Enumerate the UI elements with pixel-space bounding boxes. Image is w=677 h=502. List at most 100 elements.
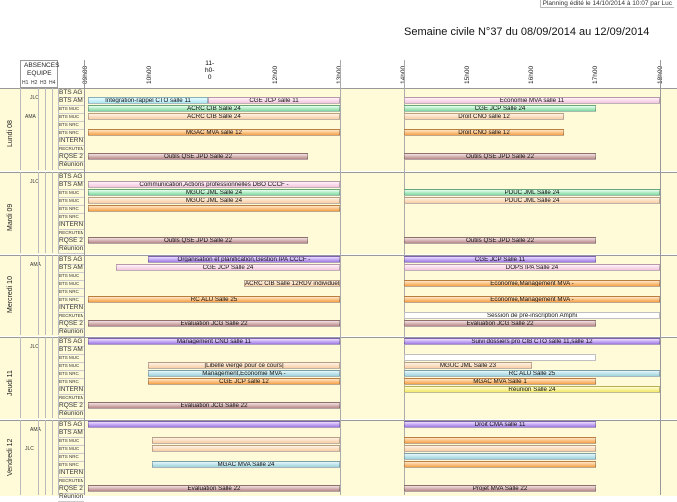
event-bar-empty[interactable] bbox=[404, 445, 596, 452]
row-label: RQSE 2 bbox=[59, 237, 83, 244]
event-bar[interactable]: CGE JCP salle 11 bbox=[208, 97, 340, 104]
event-bar[interactable]: MGUC JML Salle 23 bbox=[404, 362, 532, 369]
event-bar[interactable]: MGAC MVA salle 12 bbox=[88, 129, 340, 136]
event-bar[interactable]: PDUC JML Salle 24 bbox=[404, 197, 660, 204]
day-label: Jeudi 11 bbox=[7, 369, 14, 396]
event-bar[interactable]: Session de pré-inscription Amphi bbox=[404, 312, 660, 319]
row-label: BTS MUC bbox=[59, 363, 80, 368]
event-bar[interactable]: CGE JCP Salle 24 bbox=[116, 264, 340, 271]
event-bar[interactable]: RC ALU Salle 25 bbox=[88, 296, 340, 303]
event-bar[interactable]: Suivi dossiers pro CIB CTO salle 11,sall… bbox=[404, 338, 660, 345]
row-label: Réunions bbox=[59, 410, 83, 417]
event-bar[interactable]: Evaluation JCG Salle 22 bbox=[88, 320, 340, 327]
row-label: BTS MUC bbox=[59, 273, 80, 278]
col-h3: H3 bbox=[40, 80, 47, 86]
day-label: Vendredi 12 bbox=[7, 438, 14, 476]
absence-divider bbox=[52, 255, 53, 335]
event-bar[interactable]: Outils QSE JPD Salle 22 bbox=[88, 153, 308, 160]
absence-divider bbox=[52, 337, 53, 418]
row-label: BTS MUC bbox=[59, 106, 80, 111]
edited-info: Planning édité le 14/10/2014 à 10:07 par… bbox=[539, 0, 674, 8]
absence-divider bbox=[38, 255, 39, 335]
row-label: BTS NRC bbox=[59, 462, 79, 467]
row-label: RECRUTEME bbox=[59, 313, 83, 318]
absences-label: ABSENCES bbox=[24, 62, 60, 69]
row-divider bbox=[58, 253, 84, 254]
row-label: BTS AM 2 bbox=[59, 181, 83, 188]
event-bar-empty[interactable] bbox=[152, 437, 340, 444]
col-h4: H4 bbox=[49, 80, 56, 86]
event-bar-empty[interactable] bbox=[404, 453, 596, 460]
event-bar[interactable]: MGAC MVA Salle 24 bbox=[152, 461, 340, 468]
event-bar[interactable]: Evaluation JCG Salle 22 bbox=[404, 320, 596, 327]
gridline-14 bbox=[404, 60, 405, 495]
event-bar[interactable]: Outils QSE JPD Salle 22 bbox=[88, 237, 308, 244]
absence-code: AMA bbox=[25, 114, 36, 120]
event-bar[interactable]: [Libellé vierge pour ce cours] bbox=[148, 362, 340, 369]
row-label: Réunions bbox=[59, 493, 83, 500]
row-label: RECRUTEME bbox=[59, 146, 83, 151]
row-label: RECRUTEME bbox=[59, 230, 83, 235]
event-bar-empty[interactable] bbox=[152, 445, 340, 452]
row-label: BTS AM 2 bbox=[59, 264, 83, 271]
event-bar[interactable]: Droit CNO salle 12 bbox=[404, 113, 564, 120]
event-bar[interactable]: Intégration-rappel CTO salle 11 bbox=[88, 97, 208, 104]
absence-divider bbox=[20, 172, 21, 253]
event-bar[interactable]: Economie,Management MVA - bbox=[404, 280, 660, 287]
row-label: BTS NRC bbox=[59, 130, 79, 135]
event-bar[interactable]: Projet MVA Salle 22 bbox=[404, 485, 596, 492]
hour-11-a: 11- bbox=[205, 60, 215, 67]
event-bar[interactable]: CGE JCP Salle 24 bbox=[404, 105, 596, 112]
event-bar-empty[interactable] bbox=[88, 421, 340, 428]
event-bar[interactable]: Communication,Actions professionnelles D… bbox=[88, 181, 340, 188]
row-label: BTS MUC bbox=[59, 114, 80, 119]
event-bar[interactable]: PDUC JML Salle 24 bbox=[404, 189, 660, 196]
row-label: RECRUTEME bbox=[59, 478, 83, 483]
event-bar[interactable]: CGE JCP salle 12 bbox=[148, 378, 340, 385]
absence-divider bbox=[38, 172, 39, 253]
event-bar[interactable]: Outils QSE JPD Salle 22 bbox=[404, 153, 596, 160]
gridline-09 bbox=[84, 60, 85, 495]
hour-15: 15h00 bbox=[464, 65, 471, 84]
event-bar[interactable]: Management CNO salle 11 bbox=[88, 338, 340, 345]
event-bar[interactable]: DOPS IPA Salle 24 bbox=[404, 264, 660, 271]
event-bar-empty[interactable] bbox=[404, 437, 596, 444]
row-label: BTS NRC bbox=[59, 214, 79, 219]
event-bar[interactable]: Economie,Management MVA - bbox=[404, 296, 660, 303]
event-bar[interactable]: Droit CNO salle 12 bbox=[404, 129, 564, 136]
event-bar[interactable]: MGUC JML Salle 24 bbox=[88, 189, 340, 196]
event-bar[interactable]: RC ALU Salle 25 bbox=[404, 370, 660, 377]
row-label: BTS NRC bbox=[59, 371, 79, 376]
event-bar[interactable]: CGE JCP Salle 11 bbox=[404, 256, 596, 263]
event-bar[interactable]: MGAC MVA Salle 1 bbox=[404, 378, 596, 385]
absence-divider bbox=[45, 337, 46, 418]
row-label: BTS AM 2 bbox=[59, 429, 83, 436]
hour-10: 10h00 bbox=[146, 65, 153, 84]
row-divider bbox=[58, 169, 84, 170]
event-bar[interactable]: Economie MVA salle 11 bbox=[404, 97, 660, 104]
row-label: BTS NRC bbox=[59, 289, 79, 294]
event-bar[interactable]: MGUC JML Salle 24 bbox=[88, 197, 340, 204]
row-label: BTS MUC bbox=[59, 190, 80, 195]
event-bar[interactable]: Organisation et planification,Gestion IP… bbox=[148, 256, 340, 263]
event-bar[interactable]: ACRC CIB Salle 12RDV individuels bbox=[244, 280, 340, 287]
event-bar[interactable]: Evaluation Salle 22 bbox=[88, 485, 340, 492]
event-bar[interactable]: ACRC CIB Salle 24 bbox=[88, 105, 340, 112]
row-label: BTS AM 2 bbox=[59, 97, 83, 104]
row-label: BTS AG 2 bbox=[59, 338, 83, 345]
row-label: BTS AG 2 bbox=[59, 173, 83, 180]
absence-divider bbox=[52, 172, 53, 253]
row-label: BTS AG 2 bbox=[59, 256, 83, 263]
row-label: INTERNE bbox=[59, 386, 83, 393]
day-label: Mercredi 10 bbox=[7, 276, 14, 313]
event-bar-empty[interactable] bbox=[404, 354, 596, 361]
event-bar-empty[interactable] bbox=[404, 461, 596, 468]
event-bar[interactable]: ACRC CIB Salle 24 bbox=[88, 113, 340, 120]
event-bar[interactable]: Evaluation JCG Salle 22 bbox=[88, 402, 340, 409]
event-bar[interactable]: Management,Economie MVA - bbox=[148, 370, 340, 377]
event-bar[interactable]: Outils QSE JPD Salle 22 bbox=[404, 237, 596, 244]
event-bar[interactable]: Réunion Salle 24 bbox=[404, 386, 660, 393]
row-label: BTS MUC bbox=[59, 355, 80, 360]
event-bar[interactable]: Droit CMA salle 11 bbox=[404, 421, 596, 428]
event-bar-empty[interactable] bbox=[88, 205, 340, 212]
